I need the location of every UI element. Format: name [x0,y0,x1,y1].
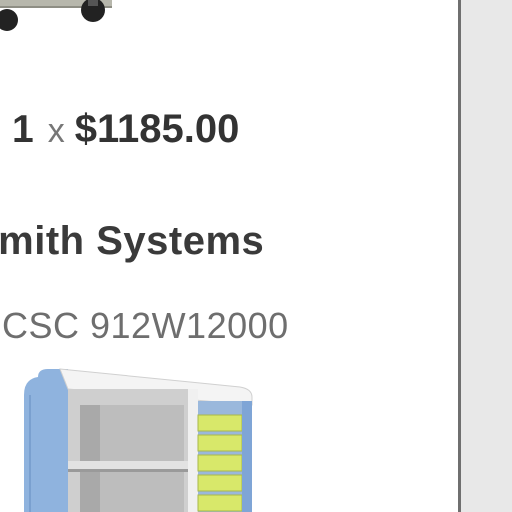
side-panel [461,0,512,512]
quantity-price-line: 1 x $1185.00 [12,104,239,154]
quantity: 1 [12,108,34,151]
page: 1 x $1185.00 Smith Systems CSC 912W12000 [0,0,512,512]
product-image[interactable] [20,365,260,512]
product-brand[interactable]: Smith Systems [0,219,264,264]
product-sku: CSC 912W12000 [2,305,289,346]
times-symbol: x [47,112,65,150]
previous-product-image [0,0,112,31]
cart-item-card: 1 x $1185.00 Smith Systems CSC 912W12000 [0,0,458,512]
unit-price: $1185.00 [74,107,240,151]
